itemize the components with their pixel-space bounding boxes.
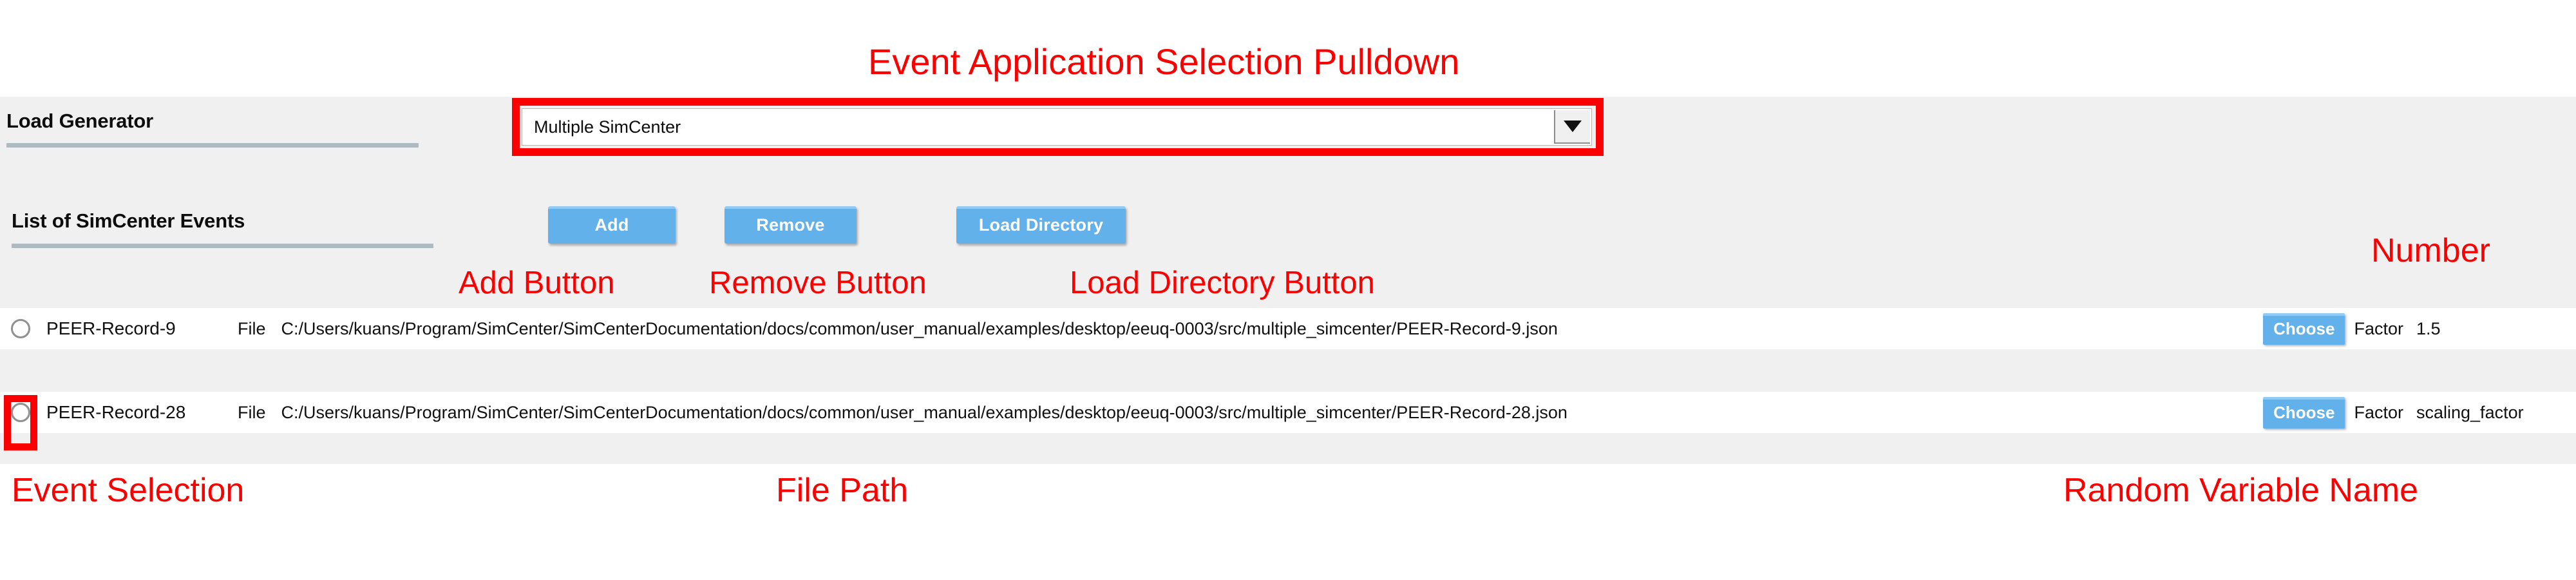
table-row[interactable]: PEER-Record-28 File C:/Users/kuans/Progr…: [0, 392, 2576, 450]
event-selection-radio[interactable]: [11, 319, 30, 338]
annotation-remove-button: Remove Button: [709, 266, 927, 300]
event-radio-wrapper[interactable]: [0, 319, 41, 338]
add-button[interactable]: Add: [548, 206, 676, 244]
event-name-field[interactable]: PEER-Record-9: [41, 313, 231, 345]
load-directory-button[interactable]: Load Directory: [956, 206, 1126, 244]
load-generator-label: Load Generator: [6, 110, 154, 132]
annotation-number: Number: [2371, 232, 2490, 269]
file-label: File: [238, 402, 266, 422]
annotation-file-path: File Path: [776, 472, 909, 509]
annotation-random-variable-name: Random Variable Name: [2063, 472, 2419, 509]
dropdown-selected-value: Multiple SimCenter: [534, 117, 681, 137]
table-row[interactable]: PEER-Record-9 File C:/Users/kuans/Progra…: [0, 308, 2576, 349]
annotation-event-selection: Event Selection: [12, 472, 245, 509]
file-path-field[interactable]: C:/Users/kuans/Program/SimCenter/SimCent…: [274, 313, 2256, 345]
annotation-load-directory-button: Load Directory Button: [1070, 266, 1375, 300]
remove-button[interactable]: Remove: [724, 206, 857, 244]
events-list-label: List of SimCenter Events: [12, 209, 245, 232]
event-radio-wrapper[interactable]: [0, 395, 41, 450]
factor-field[interactable]: scaling_factor: [2411, 396, 2564, 429]
annotation-add-button: Add Button: [459, 266, 615, 300]
event-selection-radio[interactable]: [11, 403, 30, 422]
event-name-field[interactable]: PEER-Record-28: [41, 396, 231, 429]
factor-label: Factor: [2354, 402, 2403, 422]
factor-label: Factor: [2354, 318, 2403, 338]
events-list-underline: [12, 244, 433, 248]
annotation-pulldown: Event Application Selection Pulldown: [868, 41, 1460, 82]
caret-glyph: [1564, 121, 1582, 132]
file-label: File: [238, 318, 266, 338]
load-generator-underline: [6, 143, 419, 148]
load-generator-dropdown[interactable]: Multiple SimCenter: [522, 108, 1592, 146]
choose-file-button[interactable]: Choose: [2263, 396, 2345, 429]
factor-field[interactable]: 1.5: [2411, 313, 2564, 345]
chevron-down-icon[interactable]: [1554, 110, 1590, 144]
choose-file-button[interactable]: Choose: [2263, 313, 2345, 345]
file-path-field[interactable]: C:/Users/kuans/Program/SimCenter/SimCent…: [274, 396, 2256, 429]
